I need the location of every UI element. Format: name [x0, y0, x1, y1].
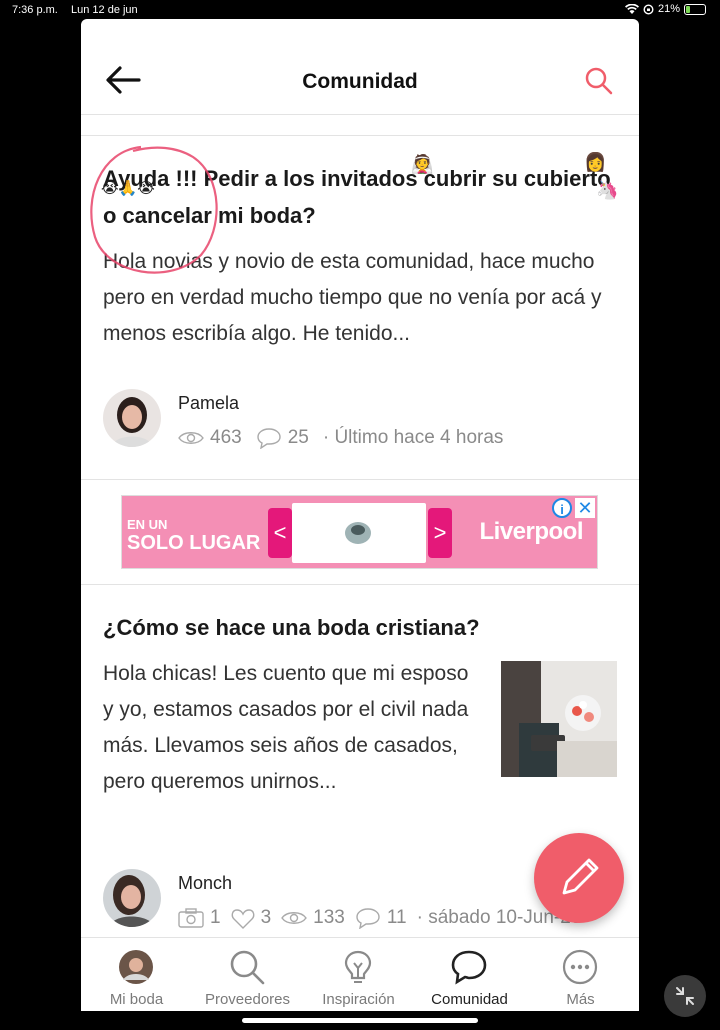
ad-product-image: [292, 503, 426, 563]
emoji-decoration: 🦄: [596, 180, 619, 200]
ad-info-icon[interactable]: i: [552, 498, 572, 518]
avatar-icon: [117, 948, 155, 986]
post-title[interactable]: ¿Cómo se hace una boda cristiana?: [103, 609, 618, 646]
photos-count: 1: [210, 907, 221, 928]
author-name[interactable]: Monch: [178, 873, 232, 894]
ad-tagline: EN UN SOLO LUGAR: [127, 516, 261, 554]
ad-brand-logo: Liverpool: [479, 518, 583, 545]
likes-stat: 3: [231, 907, 272, 929]
nav-label: Inspiración: [322, 991, 395, 1008]
search-icon: [228, 948, 266, 986]
ad-tag-main: SOLO LUGAR: [127, 532, 261, 554]
eye-icon: [178, 432, 204, 444]
post-stats: 463 25 · Último hace 4 horas: [178, 427, 503, 449]
section-divider: [81, 135, 639, 136]
battery-percent: 21%: [657, 3, 680, 15]
comments-stat: 25: [256, 427, 309, 449]
comments-stat: 11: [355, 907, 407, 929]
battery-icon: [684, 3, 706, 15]
camera-icon: [178, 908, 204, 928]
home-indicator[interactable]: [242, 1018, 478, 1023]
author-name[interactable]: Pamela: [178, 393, 239, 414]
post-thumbnail[interactable]: [501, 661, 617, 777]
status-date: Lun 12 de jun: [71, 4, 138, 16]
post-excerpt[interactable]: Hola novias y novio de esta comunidad, h…: [103, 244, 618, 352]
ad-banner[interactable]: EN UN SOLO LUGAR < > Liverpool i ✕: [121, 495, 598, 569]
likes-count: 3: [260, 907, 272, 928]
top-bar: Comunidad: [81, 19, 639, 115]
views-count: 463: [210, 427, 242, 448]
search-button[interactable]: [583, 65, 615, 97]
lightbulb-icon: [339, 948, 377, 986]
chat-icon: [450, 948, 488, 986]
nav-label: Comunidad: [431, 991, 508, 1008]
emoji-decoration: 😭🙏😭: [101, 180, 155, 197]
ad-close-icon[interactable]: ✕: [575, 498, 595, 518]
comment-icon: [356, 908, 380, 929]
nav-item-inspiracion[interactable]: Inspiración: [303, 938, 414, 1011]
status-bar: 7:36 p.m. Lun 12 de jun 21%: [0, 0, 720, 20]
collapse-icon: [676, 987, 694, 1005]
bottom-nav: Mi boda Proveedores Inspiración Comunida…: [81, 937, 639, 1011]
post-excerpt[interactable]: Hola chicas! Les cuento que mi esposo y …: [103, 656, 481, 800]
post-title[interactable]: Ayuda !!! Pedir a los invitados cubrir s…: [103, 160, 618, 234]
nav-item-mas[interactable]: Más: [525, 938, 636, 1011]
views-count: 133: [313, 907, 345, 928]
nav-label: Más: [566, 991, 595, 1008]
avatar[interactable]: [103, 869, 161, 927]
wifi-icon: [624, 3, 639, 14]
emoji-decoration: 👩: [584, 152, 607, 172]
app-window: Comunidad Ayuda !!! Pedir a los invitado…: [81, 19, 639, 1011]
compose-button[interactable]: [534, 833, 624, 923]
divider: [81, 479, 639, 480]
emoji-decoration: 👰: [411, 154, 434, 174]
post-card[interactable]: Ayuda !!! Pedir a los invitados cubrir s…: [103, 160, 618, 352]
heart-icon: [231, 908, 254, 929]
views-stat: 463: [178, 427, 242, 449]
avatar[interactable]: [103, 389, 161, 447]
comments-count: 11: [386, 907, 407, 928]
last-activity: · Último hace 4 horas: [322, 427, 504, 448]
comments-count: 25: [287, 427, 309, 448]
nav-item-mi-boda[interactable]: Mi boda: [81, 938, 192, 1011]
collapse-button[interactable]: [664, 975, 706, 1017]
eye-icon: [281, 912, 308, 924]
status-right: 21%: [624, 3, 706, 15]
comment-icon: [257, 428, 281, 449]
nav-label: Proveedores: [204, 991, 291, 1008]
status-time: 7:36 p.m.: [12, 4, 58, 16]
ad-prev-button[interactable]: <: [268, 508, 292, 558]
nav-item-comunidad[interactable]: Comunidad: [414, 938, 525, 1011]
battery-fill: [686, 5, 690, 13]
more-icon: [561, 948, 599, 986]
divider: [81, 584, 639, 585]
nav-label: Mi boda: [109, 991, 164, 1008]
photos-stat: 1: [178, 907, 221, 929]
page-title: Comunidad: [302, 70, 418, 93]
post-stats: 1 3 133 11 · sábado 10-Jun-23: [178, 907, 581, 929]
post-author-row: Pamela 463 25 · Último hace 4 horas: [103, 389, 618, 451]
rotation-lock-icon: [643, 3, 654, 15]
nav-item-proveedores[interactable]: Proveedores: [192, 938, 303, 1011]
ad-next-button[interactable]: >: [428, 508, 452, 558]
views-stat: 133: [281, 907, 345, 929]
pencil-icon: [562, 858, 599, 895]
search-icon: [585, 67, 613, 95]
